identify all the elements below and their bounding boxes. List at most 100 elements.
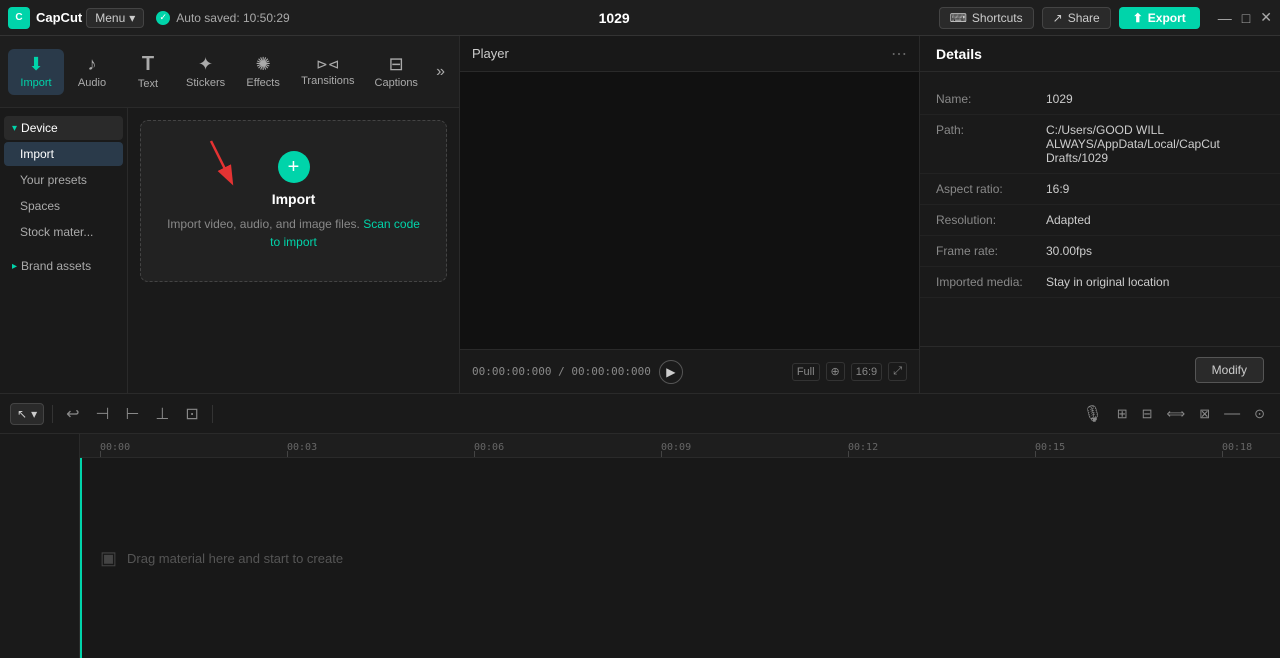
- titlebar-right: ⌨ Shortcuts ↗ Share ⬆ Export — □ ✕: [939, 7, 1272, 29]
- right-panel: Details Name: 1029 Path: C:/Users/GOOD W…: [920, 36, 1280, 393]
- import-icon: ⬇: [28, 55, 43, 73]
- maximize-icon[interactable]: □: [1242, 10, 1250, 26]
- sidebar-item-your-presets[interactable]: Your presets: [4, 168, 123, 192]
- aspect-ratio-button[interactable]: 16:9: [851, 363, 882, 381]
- expand-button[interactable]: ⤢: [888, 362, 907, 381]
- tool-captions[interactable]: ⊟ Captions: [365, 49, 428, 95]
- tool-audio-label: Audio: [78, 77, 106, 89]
- menu-button[interactable]: Menu ▾: [86, 8, 144, 28]
- timeline-right-tools: 🎙 ⊞ ⊟ ⟺ ⊠ — ⊙: [1077, 401, 1270, 427]
- detail-label-framerate: Frame rate:: [936, 244, 1046, 258]
- sidebar-item-stock[interactable]: Stock mater...: [4, 220, 123, 244]
- timeline-ruler-area: 00:00 00:03 00:06 00:09 00:12 00:15 00:1…: [80, 434, 1280, 658]
- app-logo: C CapCut: [8, 7, 82, 29]
- share-button[interactable]: ↗ Share: [1042, 7, 1111, 29]
- timeline-settings[interactable]: ⊙: [1249, 403, 1270, 425]
- fullscreen-button[interactable]: Full: [792, 363, 820, 381]
- mic-button[interactable]: 🎙: [1077, 401, 1107, 427]
- drag-icon: ▣: [100, 548, 117, 569]
- timeline-gutter: [0, 434, 80, 658]
- timeline-ruler: 00:00 00:03 00:06 00:09 00:12 00:15 00:1…: [80, 434, 1280, 458]
- timeline-toolbar: ↖ ▾ ↩ ⊣ ⊢ ⊥ ⊡ 🎙 ⊞ ⊟ ⟺ ⊠ — ⊙: [0, 394, 1280, 434]
- project-title: 1029: [290, 10, 939, 26]
- detail-value-resolution: Adapted: [1046, 213, 1264, 227]
- tool-text[interactable]: T Text: [120, 48, 176, 96]
- target-icon-button[interactable]: ⊕: [826, 362, 845, 381]
- detail-value-imported: Stay in original location: [1046, 275, 1264, 289]
- tool-transitions[interactable]: ⊳⊲ Transitions: [291, 51, 364, 93]
- import-desc-text: Import video, audio, and image files.: [167, 217, 360, 231]
- sidebar-section-device[interactable]: ▾ Device: [4, 116, 123, 140]
- timeline-tool-4[interactable]: ⊠: [1194, 403, 1215, 425]
- logo-icon: C: [8, 7, 30, 29]
- modify-button[interactable]: Modify: [1195, 357, 1264, 383]
- export-button[interactable]: ⬆ Export: [1119, 7, 1200, 29]
- sidebar-item-spaces[interactable]: Spaces: [4, 194, 123, 218]
- detail-row-framerate: Frame rate: 30.00fps: [920, 236, 1280, 267]
- audio-icon: ♪: [88, 55, 97, 73]
- import-area: + Import Import video, audio, and image …: [128, 108, 459, 393]
- share-icon: ↗: [1053, 11, 1063, 25]
- menu-chevron-icon: ▾: [129, 11, 135, 25]
- ruler-tick-0: [100, 451, 101, 457]
- sidebar-stock-label: Stock mater...: [20, 225, 93, 239]
- tool-audio[interactable]: ♪ Audio: [64, 49, 120, 95]
- player-canvas: [460, 72, 919, 349]
- timeline-tool-3[interactable]: ⟺: [1162, 403, 1191, 425]
- ruler-tick-1: [287, 451, 288, 457]
- trim-button[interactable]: ⊥: [150, 401, 174, 427]
- import-drop-zone[interactable]: + Import Import video, audio, and image …: [140, 120, 447, 282]
- toolbar-expand-button[interactable]: »: [430, 59, 451, 85]
- timeline-zoom-out[interactable]: —: [1219, 402, 1245, 426]
- tool-effects-label: Effects: [246, 77, 279, 89]
- import-arrow-indicator: [181, 131, 261, 201]
- ruler-tick-5: [1035, 451, 1036, 457]
- sidebar-brand-label: Brand assets: [21, 259, 91, 273]
- import-plus-icon[interactable]: +: [278, 151, 310, 183]
- effects-icon: ✺: [256, 55, 271, 73]
- ruler-mark-0: 00:00: [100, 442, 130, 453]
- player-controls: 00:00:00:000 / 00:00:00:000 ▶ Full ⊕ 16:…: [460, 349, 919, 393]
- sidebar-section-brand-assets[interactable]: ▸ Brand assets: [4, 254, 123, 278]
- undo-button[interactable]: ↩: [61, 401, 84, 427]
- sidebar-presets-label: Your presets: [20, 173, 87, 187]
- tool-stickers-label: Stickers: [186, 77, 225, 89]
- sidebar-item-import[interactable]: Import: [4, 142, 123, 166]
- close-icon[interactable]: ✕: [1260, 9, 1272, 26]
- split-button[interactable]: ⊢: [120, 401, 144, 427]
- device-chevron-icon: ▾: [12, 123, 17, 134]
- crop-button[interactable]: ⊡: [180, 401, 203, 427]
- details-title: Details: [936, 46, 982, 62]
- timeline-tool-1[interactable]: ⊞: [1112, 403, 1133, 425]
- player-options-icon[interactable]: ⋯: [891, 44, 907, 64]
- details-footer: Modify: [920, 346, 1280, 393]
- timeline-tool-2[interactable]: ⊟: [1137, 403, 1158, 425]
- detail-row-imported-media: Imported media: Stay in original locatio…: [920, 267, 1280, 298]
- brand-chevron-icon: ▸: [12, 261, 17, 272]
- ruler-tick-6: [1222, 451, 1223, 457]
- select-tool-button[interactable]: ↖ ▾: [10, 403, 44, 425]
- autosave-icon: ✓: [156, 11, 170, 25]
- export-icon: ⬆: [1133, 11, 1143, 25]
- sidebar: ▾ Device Import Your presets Spaces Stoc…: [0, 108, 128, 393]
- player-right-controls: Full ⊕ 16:9 ⤢: [792, 362, 907, 381]
- sidebar-spaces-label: Spaces: [20, 199, 60, 213]
- ruler-mark-1: 00:03: [287, 442, 317, 453]
- tool-stickers[interactable]: ✦ Stickers: [176, 49, 235, 95]
- stickers-icon: ✦: [198, 55, 213, 73]
- ruler-tick-3: [661, 451, 662, 457]
- details-body: Name: 1029 Path: C:/Users/GOOD WILL ALWA…: [920, 72, 1280, 346]
- main-area: ⬇ Import ♪ Audio T Text ✦ Stickers ✺ Eff…: [0, 36, 1280, 393]
- play-button[interactable]: ▶: [659, 360, 683, 384]
- import-description: Import video, audio, and image files. Sc…: [161, 215, 426, 251]
- minimize-icon[interactable]: —: [1218, 10, 1232, 26]
- transitions-icon: ⊳⊲: [316, 57, 339, 71]
- text-icon: T: [142, 54, 154, 74]
- ruler-mark-3: 00:09: [661, 442, 691, 453]
- toolbar-separator-1: [52, 405, 53, 423]
- detail-row-path: Path: C:/Users/GOOD WILL ALWAYS/AppData/…: [920, 115, 1280, 174]
- shortcuts-button[interactable]: ⌨ Shortcuts: [939, 7, 1034, 29]
- tool-effects[interactable]: ✺ Effects: [235, 49, 291, 95]
- redo-split-left[interactable]: ⊣: [91, 401, 115, 427]
- tool-import[interactable]: ⬇ Import: [8, 49, 64, 95]
